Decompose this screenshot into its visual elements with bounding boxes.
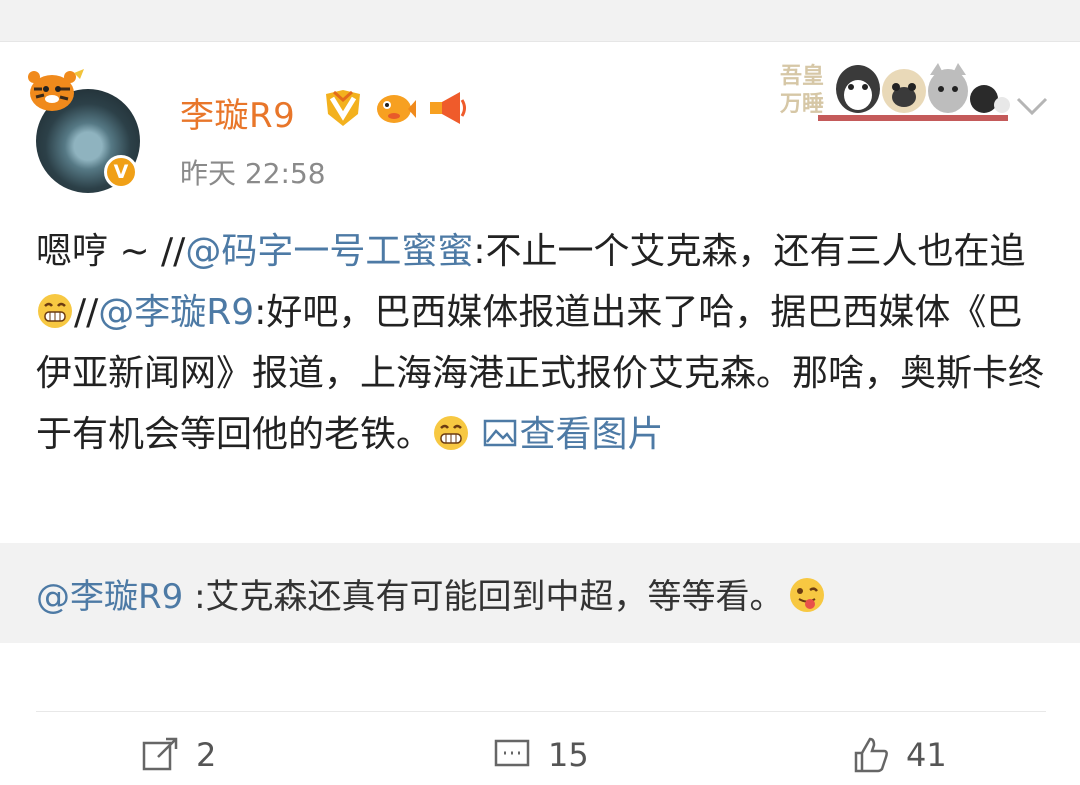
quoted-comment-body: :艾克森还真有可能回到中超，等等看。 — [183, 577, 784, 617]
mention-link[interactable]: @李璇R9 — [98, 292, 254, 333]
actions-divider — [36, 711, 1046, 712]
svg-text:吾皇: 吾皇 — [780, 63, 824, 89]
svg-text:万睡: 万睡 — [779, 92, 824, 117]
tiger-avatar-frame-icon — [28, 69, 84, 111]
cartoon-pets-banner-icon: 吾皇 万睡 — [779, 63, 1010, 121]
verified-v-icon: V — [104, 155, 138, 189]
post-actions-bar: 2 15 41 — [0, 735, 1080, 785]
author-name[interactable]: 李璇R9 — [180, 88, 295, 137]
post-text-part: // — [74, 292, 99, 333]
comment-button[interactable]: 15 — [492, 735, 589, 775]
repost-button[interactable]: 2 — [140, 735, 216, 775]
view-image-label: 查看图片 — [519, 414, 664, 455]
grin-emoji-icon — [38, 294, 72, 328]
post-text-part: :不止一个艾克森，还有三人也在追 — [473, 231, 1026, 272]
post-body: 嗯哼 ~ //@码字一号工蜜蜜:不止一个艾克森，还有三人也在追//@李璇R9:好… — [36, 221, 1046, 465]
mention-link[interactable]: @码字一号工蜜蜜 — [185, 231, 473, 272]
chevron-down-icon[interactable] — [1012, 91, 1052, 121]
vip-badge-icon[interactable] — [322, 88, 364, 128]
post-text-part: 嗯哼 ~ // — [36, 231, 186, 272]
quoted-comment[interactable]: @李璇R9 :艾克森还真有可能回到中超，等等看。 — [0, 543, 1080, 643]
tongue-emoji-icon — [789, 578, 824, 612]
top-separator — [0, 0, 1080, 42]
like-button[interactable]: 41 — [850, 735, 947, 775]
fish-badge-icon[interactable] — [374, 88, 416, 128]
repost-icon — [142, 737, 178, 771]
author-badges — [322, 88, 468, 128]
megaphone-badge-icon[interactable] — [426, 88, 468, 128]
thumbs-up-icon — [854, 737, 888, 773]
repost-count: 2 — [196, 736, 217, 774]
quoted-comment-text: @李璇R9 :艾克森还真有可能回到中超，等等看。 — [36, 569, 826, 618]
view-image-link[interactable]: 查看图片 — [481, 414, 663, 455]
author-avatar[interactable]: V — [26, 67, 150, 193]
post-timestamp: 昨天 22:58 — [180, 157, 326, 190]
comment-icon — [494, 739, 530, 767]
weibo-post-card: V 李璇R9 昨天 22:58 吾皇 万睡 嗯哼 ~ //@码字一号工蜜蜜:不止… — [0, 43, 1080, 774]
like-count: 41 — [906, 736, 947, 774]
mention-link[interactable]: @李璇R9 — [36, 577, 183, 617]
comment-count: 15 — [548, 736, 589, 774]
image-icon — [484, 419, 517, 447]
grin-emoji-icon — [434, 416, 469, 450]
